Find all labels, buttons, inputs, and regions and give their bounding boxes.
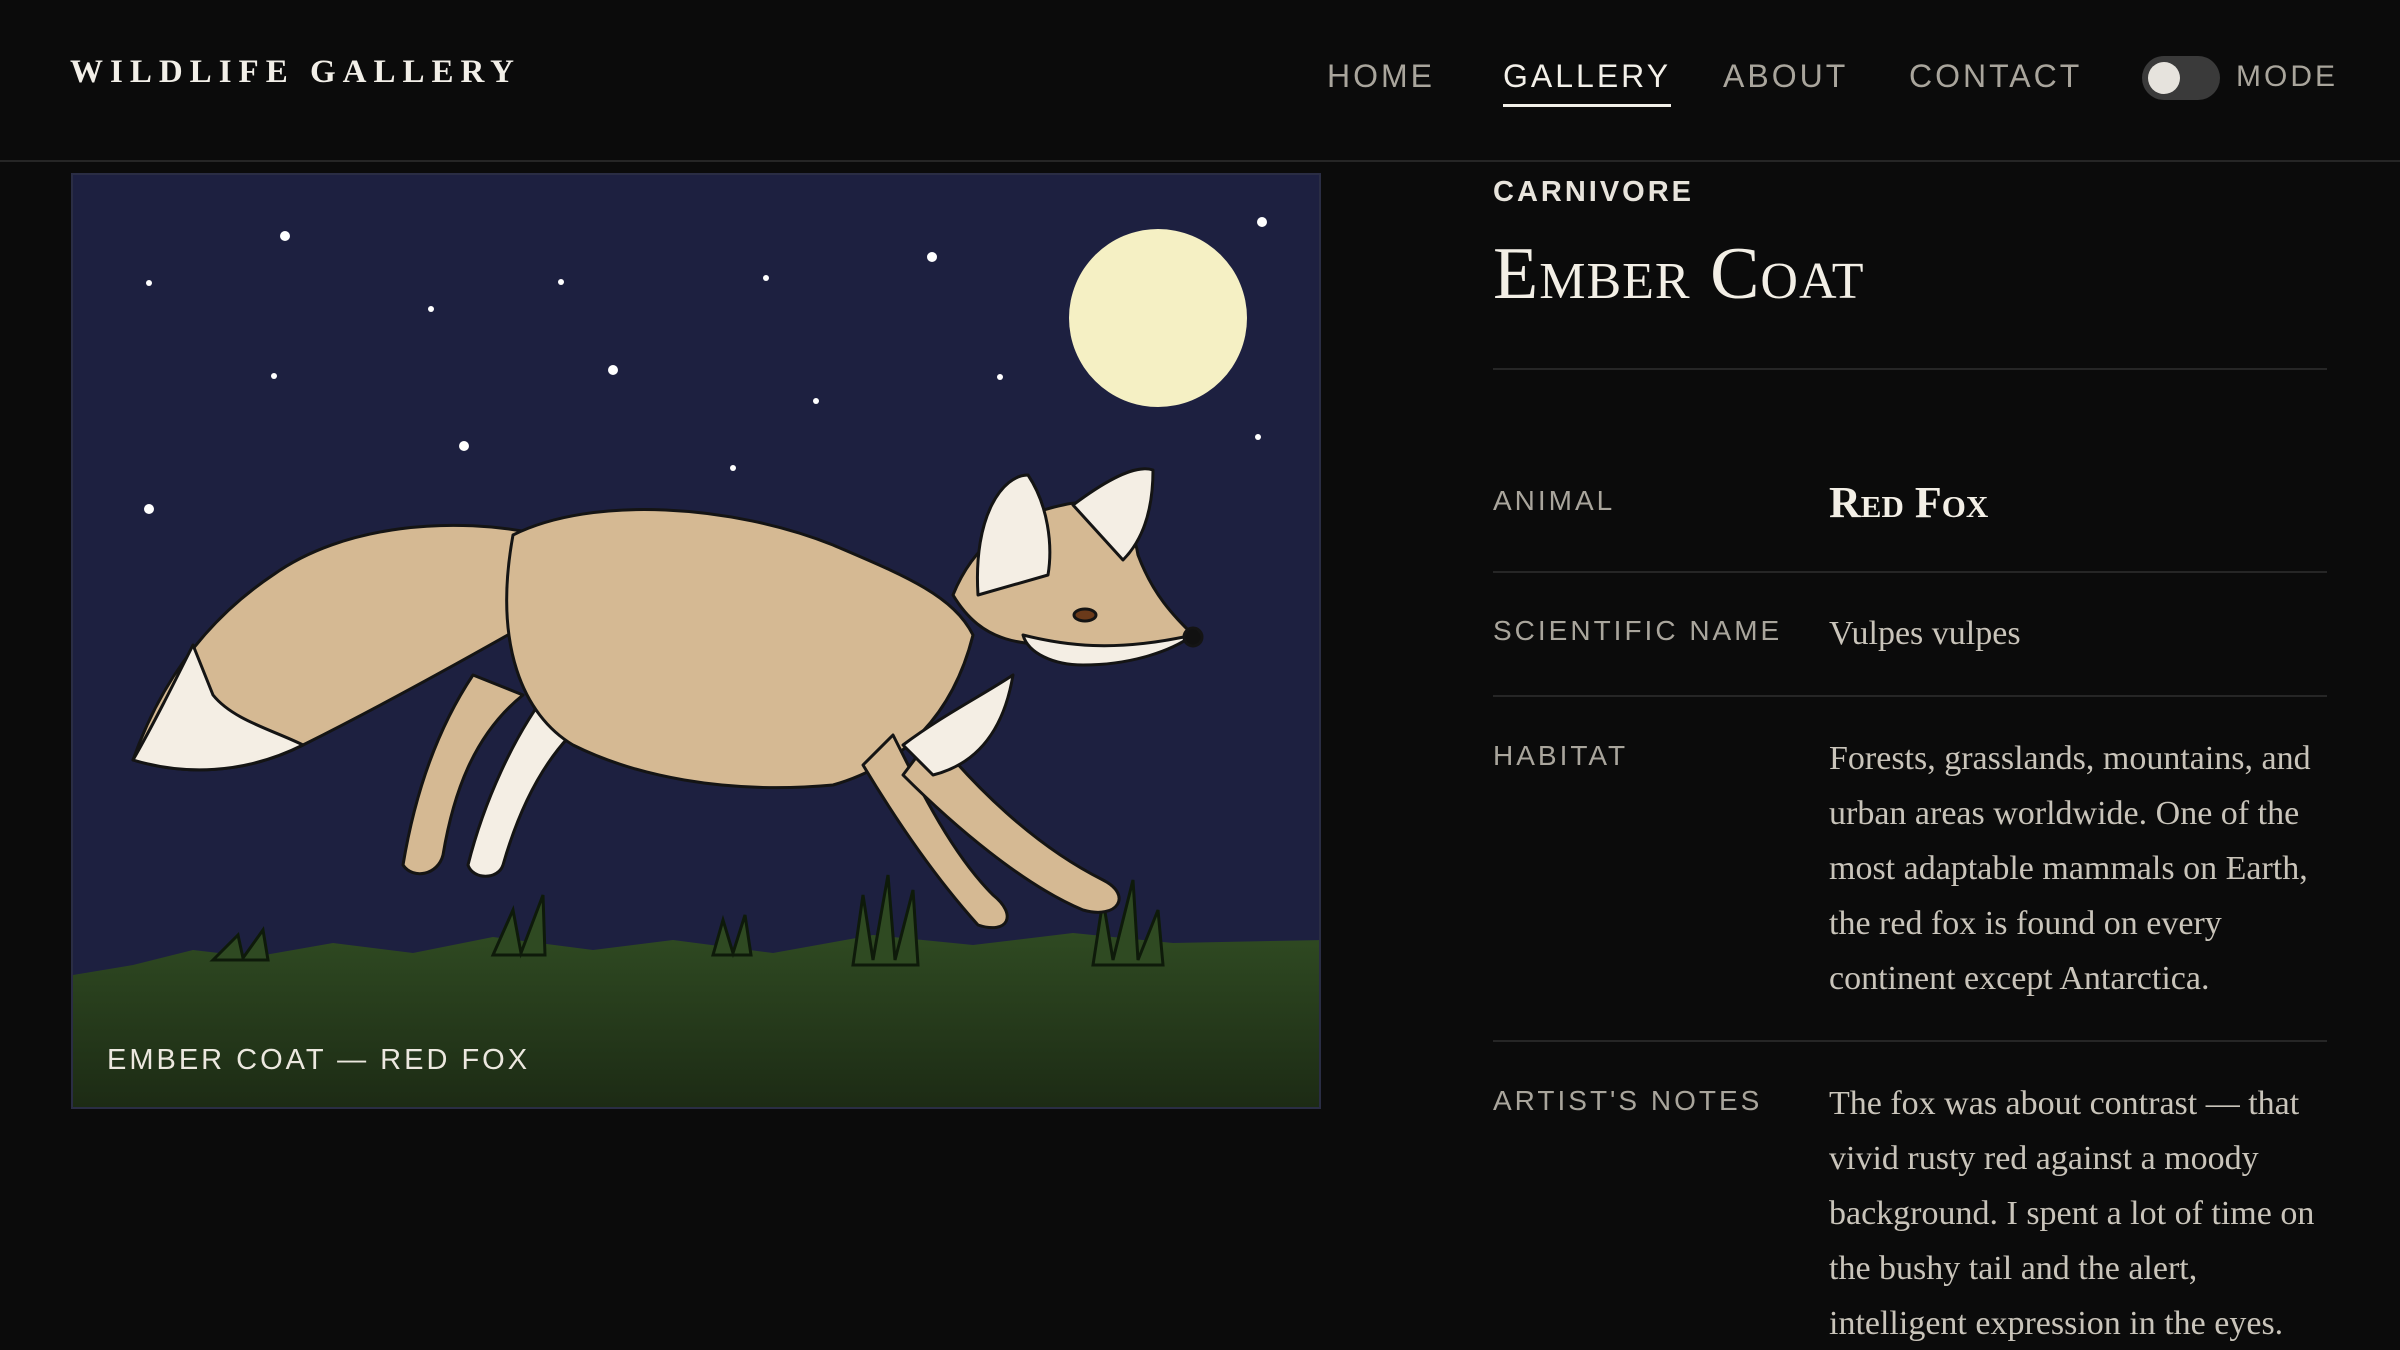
toggle-knob xyxy=(2148,62,2180,94)
habitat-label: HABITAT xyxy=(1493,740,1629,771)
artwork-caption: EMBER COAT — RED FOX xyxy=(107,1044,531,1076)
main-nav: HOME GALLERY ABOUT CONTACT xyxy=(0,58,2400,118)
mode-toggle[interactable] xyxy=(2142,56,2220,100)
nav-contact[interactable]: CONTACT xyxy=(1909,58,2082,95)
artwork-frame: EMBER COAT — RED FOX xyxy=(71,173,1321,1109)
title-divider xyxy=(1493,368,2327,370)
animal-value: Red Fox xyxy=(1829,478,1989,527)
animal-label: ANIMAL xyxy=(1493,485,1616,516)
category-label: CARNIVORE xyxy=(1493,176,1695,208)
site-header: WILDLIFE GALLERY HOME GALLERY ABOUT CONT… xyxy=(0,0,2400,162)
nav-home[interactable]: HOME xyxy=(1327,58,1435,95)
scientific-divider xyxy=(1493,695,2327,697)
nav-gallery[interactable]: GALLERY xyxy=(1503,58,1672,107)
mode-label: MODE xyxy=(2236,60,2338,93)
artwork-title: Ember Coat xyxy=(1493,233,1865,315)
fox-illustration xyxy=(73,175,1319,1107)
scientific-name-label: SCIENTIFIC NAME xyxy=(1493,615,1783,646)
moon xyxy=(1069,229,1247,407)
habitat-divider xyxy=(1493,1040,2327,1042)
scientific-name-value: Vulpes vulpes xyxy=(1829,615,2021,652)
artists-notes-value: The fox was about contrast — that vivid … xyxy=(1829,1085,2315,1342)
animal-divider xyxy=(1493,571,2327,573)
artists-notes-label: ARTIST'S NOTES xyxy=(1493,1085,1763,1116)
nav-about[interactable]: ABOUT xyxy=(1723,58,1848,95)
habitat-value: Forests, grasslands, mountains, and urba… xyxy=(1829,740,2311,997)
